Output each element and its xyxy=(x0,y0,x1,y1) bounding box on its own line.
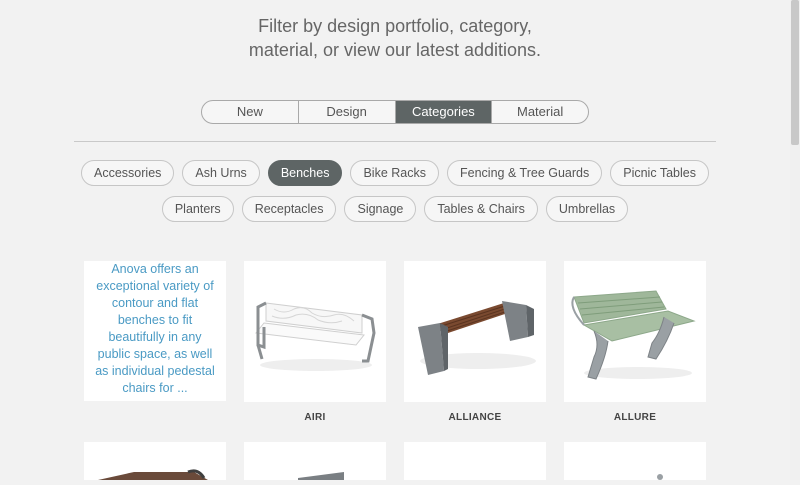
scrollbar[interactable] xyxy=(790,0,800,480)
filter-tabs: New Design Categories Material xyxy=(201,100,589,124)
product-name-airi[interactable]: AIRI xyxy=(244,412,386,423)
intro-text: Filter by design portfolio, category, ma… xyxy=(0,14,790,62)
chip-umbrellas[interactable]: Umbrellas xyxy=(545,196,629,222)
product-card-alliance[interactable] xyxy=(404,261,546,402)
chip-fencing-tree-guards[interactable]: Fencing & Tree Guards xyxy=(447,160,603,186)
product-name-alliance[interactable]: ALLIANCE xyxy=(404,412,546,423)
product-card-row2-3[interactable] xyxy=(404,442,546,480)
category-chips-row-2: Planters Receptacles Signage Tables & Ch… xyxy=(0,196,790,222)
product-card-row2-1[interactable] xyxy=(84,442,226,480)
chip-tables-chairs[interactable]: Tables & Chairs xyxy=(424,196,538,222)
product-card-row2-4[interactable] xyxy=(564,442,706,480)
chip-signage[interactable]: Signage xyxy=(344,196,417,222)
intro-line-2: material, or view our latest additions. xyxy=(248,40,542,60)
product-card-allure[interactable] xyxy=(564,261,706,402)
category-chips-row-1: Accessories Ash Urns Benches Bike Racks … xyxy=(0,160,790,186)
bench-image xyxy=(298,472,344,480)
product-name-allure[interactable]: ALLURE xyxy=(564,412,706,423)
divider xyxy=(74,141,716,142)
scrollbar-thumb[interactable] xyxy=(791,0,799,145)
wood-backless-bench-image xyxy=(418,301,536,375)
tab-material[interactable]: Material xyxy=(491,101,588,123)
chip-receptacles[interactable]: Receptacles xyxy=(241,196,337,222)
chip-benches[interactable]: Benches xyxy=(267,160,343,186)
chip-planters[interactable]: Planters xyxy=(161,196,234,222)
bench-image xyxy=(657,474,663,480)
intro-line-1: Filter by design portfolio, category, xyxy=(258,16,532,36)
product-card-row2-2[interactable] xyxy=(244,442,386,480)
chip-bike-racks[interactable]: Bike Racks xyxy=(350,160,439,186)
white-bench-image xyxy=(255,301,376,371)
category-description: Anova offers an exceptional variety of c… xyxy=(84,261,226,401)
tab-new[interactable]: New xyxy=(202,101,298,123)
description-text: Anova offers an exceptional variety of c… xyxy=(95,262,215,395)
tab-categories[interactable]: Categories xyxy=(394,101,492,123)
bench-image xyxy=(98,469,208,480)
product-card-airi[interactable] xyxy=(244,261,386,402)
chip-picnic-tables[interactable]: Picnic Tables xyxy=(610,160,709,186)
green-contour-bench-image xyxy=(571,290,696,380)
chip-accessories[interactable]: Accessories xyxy=(81,160,175,186)
tab-design[interactable]: Design xyxy=(297,101,395,123)
chip-ash-urns[interactable]: Ash Urns xyxy=(182,160,260,186)
